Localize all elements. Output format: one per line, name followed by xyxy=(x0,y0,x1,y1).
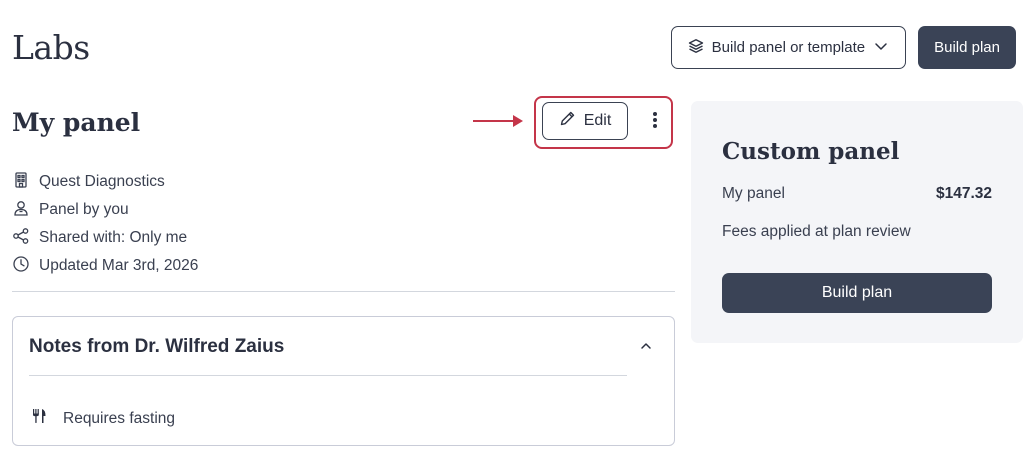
meta-author: Panel by you xyxy=(12,196,198,224)
notes-divider xyxy=(29,375,627,376)
meta-lab-text: Quest Diagnostics xyxy=(39,173,165,190)
user-icon xyxy=(12,199,30,222)
summary-build-plan-button[interactable]: Build plan xyxy=(722,273,992,313)
summary-line-item: My panel $147.32 xyxy=(722,185,992,203)
header-actions: Build panel or template Build plan xyxy=(670,26,1016,69)
layers-icon xyxy=(688,38,704,58)
summary-fees-note: Fees applied at plan review xyxy=(722,223,911,240)
panel-meta-list: Quest Diagnostics Panel by you Shared wi… xyxy=(12,168,198,280)
pencil-icon xyxy=(559,110,576,132)
chevron-up-icon xyxy=(639,341,653,356)
utensils-icon xyxy=(31,408,47,429)
summary-item-price: $147.32 xyxy=(935,185,992,202)
page-title: Labs xyxy=(12,28,90,67)
meta-lab: Quest Diagnostics xyxy=(12,168,198,196)
note-item: Requires fasting xyxy=(31,408,175,429)
build-panel-or-template-button[interactable]: Build panel or template xyxy=(670,26,907,69)
edit-label: Edit xyxy=(583,112,612,129)
chevron-down-icon xyxy=(873,38,889,58)
section-divider xyxy=(12,291,675,292)
more-options-button[interactable] xyxy=(644,108,666,134)
building-icon xyxy=(12,171,30,194)
more-vertical-icon xyxy=(652,111,658,132)
annotation-arrow xyxy=(473,115,523,127)
note-item-text: Requires fasting xyxy=(63,409,176,427)
summary-card: Custom panel My panel $147.32 Fees appli… xyxy=(691,101,1023,343)
meta-updated-text: Updated Mar 3rd, 2026 xyxy=(39,257,199,274)
meta-author-text: Panel by you xyxy=(39,201,129,218)
notes-collapse-button[interactable] xyxy=(636,337,656,357)
build-plan-button[interactable]: Build plan xyxy=(918,26,1016,69)
meta-updated: Updated Mar 3rd, 2026 xyxy=(12,252,198,280)
meta-shared: Shared with: Only me xyxy=(12,224,198,252)
meta-shared-text: Shared with: Only me xyxy=(39,229,188,246)
clock-icon xyxy=(12,255,30,278)
summary-item-label: My panel xyxy=(722,185,785,202)
labs-page: Labs Build panel or template Build plan … xyxy=(0,0,1024,462)
panel-title: My panel xyxy=(12,108,141,137)
share-icon xyxy=(12,227,30,250)
notes-card: Notes from Dr. Wilfred Zaius Requires fa… xyxy=(12,316,675,446)
summary-title: Custom panel xyxy=(722,138,900,165)
edit-button[interactable]: Edit xyxy=(542,102,628,140)
notes-title: Notes from Dr. Wilfred Zaius xyxy=(29,336,285,357)
build-panel-label: Build panel or template xyxy=(711,39,866,56)
